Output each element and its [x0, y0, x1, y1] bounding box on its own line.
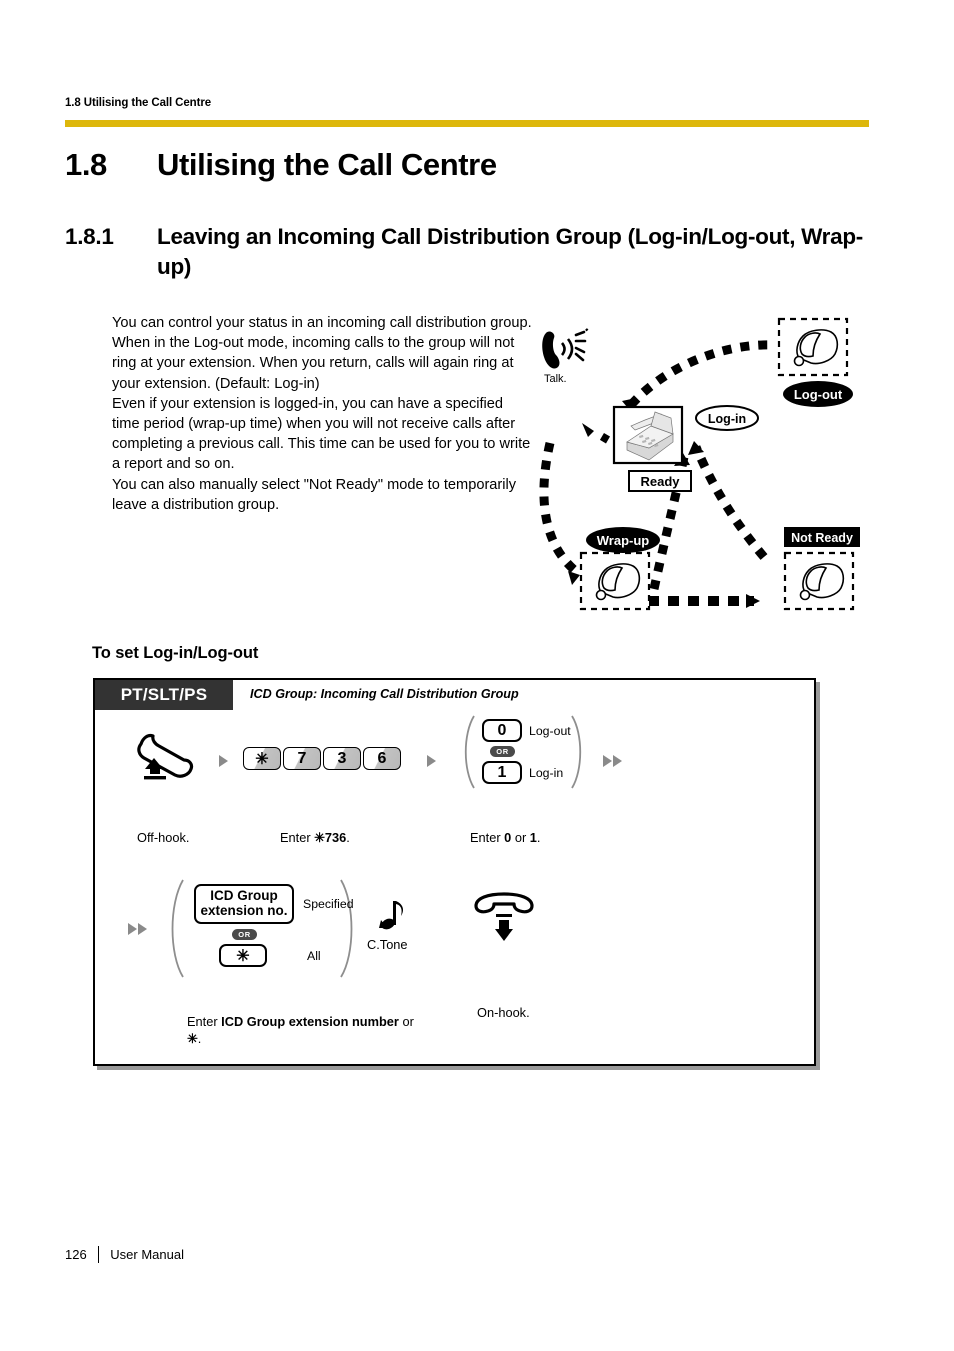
state-label-ready: Ready: [640, 474, 680, 489]
call-centre-state-diagram: Talk. Ready Log-in Log-out Wrap-up Not R…: [536, 305, 876, 625]
caption-enter-code-post: .: [346, 830, 350, 845]
section-number: 1.8: [65, 147, 107, 182]
state-label-logout: Log-out: [794, 387, 843, 402]
intro-text: You can control your status in an incomi…: [112, 313, 532, 515]
key-star-2[interactable]: ✳: [219, 944, 267, 967]
state-label-login: Log-in: [708, 412, 746, 426]
caption-off-hook: Off-hook.: [137, 830, 190, 845]
key-1[interactable]: 1: [482, 761, 522, 784]
caption-choice-b: 1: [529, 830, 537, 845]
intro-paragraph-1: You can control your status in an incomi…: [112, 315, 532, 392]
icd-group-choice-group: ICD Group extension no. Specified OR ✳ A…: [167, 876, 357, 981]
caption-enter-code: Enter ✳736.: [280, 830, 350, 846]
label-log-in: Log-in: [529, 765, 564, 780]
key-0[interactable]: 0: [482, 719, 522, 742]
intro-paragraph-2: Even if your extension is logged-in, you…: [112, 395, 531, 473]
feature-code-keys: ✳ 7 3 6: [243, 747, 401, 770]
label-specified: Specified: [303, 897, 354, 911]
footer-page-number: 126: [65, 1247, 87, 1262]
header-rule: [65, 120, 869, 127]
caption-icd-pre: Enter: [187, 1014, 222, 1029]
key-icd-line-2: extension no.: [200, 903, 288, 918]
caption-choice-pre: Enter: [470, 830, 505, 845]
on-hook-icon: [470, 892, 540, 953]
caption-choice-mid: or: [511, 830, 530, 845]
or-badge-2: OR: [232, 929, 257, 940]
running-head: 1.8 Utilising the Call Centre: [65, 97, 211, 109]
caption-enter-icd-extension: Enter ICD Group extension number or ✳.: [187, 1013, 417, 1048]
label-all: All: [307, 948, 321, 963]
login-logout-choice-group: 0 Log-out OR 1 Log-in: [460, 712, 588, 792]
caption-icd-star: ✳: [187, 1031, 198, 1047]
key-icd-group-extension-no[interactable]: ICD Group extension no.: [194, 884, 294, 924]
icd-group-legend: ICD Group: Incoming Call Distribution Gr…: [250, 687, 519, 701]
key-7[interactable]: 7: [283, 747, 321, 770]
caption-icd-post: .: [197, 1031, 202, 1047]
caption-on-hook: On-hook.: [477, 1005, 530, 1020]
step-separator-arrow-pair: [603, 755, 622, 767]
footer-divider: [97, 1246, 100, 1263]
manual-page: 1.8 Utilising the Call Centre 1.8 Utilisi…: [0, 0, 954, 1351]
or-badge: OR: [490, 746, 515, 757]
procedure-subheading: To set Log-in/Log-out: [92, 644, 259, 662]
key-icd-line-1: ICD Group: [210, 888, 278, 904]
key-star[interactable]: ✳: [243, 747, 281, 770]
talk-label: Talk.: [544, 373, 567, 385]
caption-enter-code-value: ✳736: [314, 830, 347, 845]
caption-enter-code-pre: Enter: [280, 830, 315, 845]
key-3[interactable]: 3: [323, 747, 361, 770]
caption-choice-post: .: [536, 830, 541, 845]
key-6[interactable]: 6: [363, 747, 401, 770]
section-title: Utilising the Call Centre: [157, 147, 497, 182]
step-separator-arrow-pair-2: [128, 923, 147, 935]
label-log-out: Log-out: [529, 723, 571, 738]
page-title: 1.8 Utilising the Call Centre: [65, 147, 895, 183]
page-footer: 126 User Manual: [65, 1246, 184, 1263]
footer-doc-title: User Manual: [110, 1247, 184, 1262]
state-label-wrapup: Wrap-up: [597, 533, 650, 548]
device-type-tag: PT/SLT/PS: [95, 680, 233, 710]
subsection-number: 1.8.1: [65, 224, 114, 249]
off-hook-icon: [133, 732, 199, 787]
subsection-title-text: Leaving an Incoming Call Distribution Gr…: [157, 224, 863, 279]
subsection-title: 1.8.1 Leaving an Incoming Call Distribut…: [65, 222, 895, 281]
step-separator-arrow: [219, 755, 228, 767]
caption-icd-mid: or: [398, 1014, 414, 1029]
caption-c-tone: C.Tone: [367, 937, 408, 952]
state-label-notready: Not Ready: [791, 531, 853, 545]
step-separator-arrow-2: [427, 755, 436, 767]
procedure-box: PT/SLT/PS ICD Group: Incoming Call Distr…: [93, 678, 816, 1066]
caption-enter-0-or-1: Enter 0 or 1.: [470, 830, 540, 845]
caption-icd-bold: ICD Group extension number: [221, 1014, 399, 1029]
intro-paragraph-3: You can also manually select "Not Ready"…: [112, 476, 517, 513]
